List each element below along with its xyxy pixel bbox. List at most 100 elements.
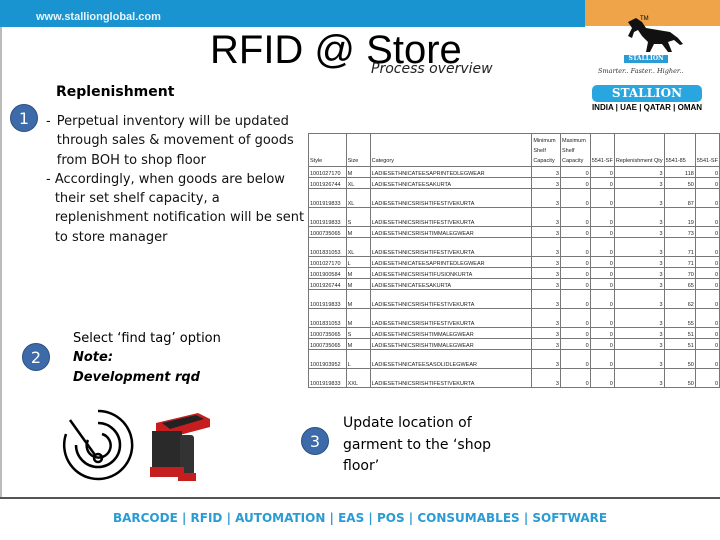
column-header: 5541-85 [663,133,696,167]
table-cell: 0 [694,349,720,369]
table-cell: 1001831053 [308,237,347,257]
table-header-row: Style Size Category Minimum Shelf Capaci… [308,133,720,167]
table-cell: 0 [589,237,615,257]
column-header: Size [345,133,371,167]
tagline: Smarter.. Faster.. Higher.. [598,67,684,75]
table-cell: XL [345,188,371,208]
column-header: Category [369,133,533,167]
table-cell: 3 [531,327,561,339]
table-cell: 65 [663,278,696,290]
table-cell: S [345,327,371,339]
table-cell: 87 [663,188,696,208]
step-1-bullets: - Perpetual inventory will be updated thr… [46,112,316,247]
section-heading: Replenishment [56,84,175,100]
table-cell: 3 [613,177,665,189]
table-cell: 3 [531,207,561,227]
table-cell: 3 [613,226,665,238]
step-3-badge: 3 [301,427,329,455]
table-cell: 3 [531,188,561,208]
table-cell: 1000735065 [308,226,347,238]
table-cell: 0 [589,256,615,268]
table-cell: 0 [694,177,720,189]
table-cell: 3 [531,278,561,290]
table-cell: LADIESETHNICATEESASOLIDLEGWEAR [369,349,533,369]
table-row: 1001903952 L LADIESETHNICATEESASOLIDLEGWEA… [308,349,720,369]
countries: INDIA | UAE | QATAR | OMAN [591,103,703,112]
table-cell: 1001926744 [308,177,347,189]
table-cell: 0 [589,267,615,279]
table-cell: 71 [663,237,696,257]
table-cell: 1001027170 [308,256,347,268]
table-row: 1001831053 M LADIESETHNICSRISHTIFESTIVEKUR… [308,308,720,328]
table-row: 1000735065 M LADIESETHNICSRISHTIMMALEGWEAR… [308,226,720,238]
table-cell: 19 [663,207,696,227]
footer-divider [0,497,720,499]
table-cell: 51 [663,327,696,339]
column-header: Maximum Shelf Capacity [559,133,591,167]
table-cell: 3 [531,177,561,189]
brand-name: STALLION [624,55,668,63]
table-row: 1001919833 S LADIESETHNICSRISHTIFESTIVEKUR… [308,207,720,227]
table-cell: 3 [613,368,665,388]
top-banner: www.stallionglobal.com [0,0,585,27]
table-cell: 118 [663,166,696,178]
find-tag-radar-icon [62,409,134,481]
table-cell: 3 [531,237,561,257]
table-cell: 3 [613,207,665,227]
table-cell: 3 [613,308,665,328]
column-header: Replenishment Qty [613,133,665,167]
table-cell: 0 [559,207,591,227]
table-cell: 0 [694,188,720,208]
table-cell: 0 [589,308,615,328]
table-cell: 1001926744 [308,278,347,290]
table-cell: 0 [694,256,720,268]
table-cell: 0 [589,327,615,339]
table-cell: 3 [531,267,561,279]
table-cell: 62 [663,289,696,309]
table-cell: 1001903952 [308,349,347,369]
table-row: 1001926744 XL LADIESETHNICATEESAKURTA 3 0 0 3 5… [308,177,720,189]
step-2-text: Select ‘find tag’ option Note: Developme… [73,329,221,387]
table-cell: 0 [694,166,720,178]
table-cell: 0 [694,338,720,350]
bullet: - Accordingly, when goods are below their… [46,171,305,245]
table-cell: 51 [663,338,696,350]
table-cell: XL [345,237,371,257]
table-cell: 71 [663,256,696,268]
table-cell: 55 [663,308,696,328]
table-cell: 0 [559,188,591,208]
table-cell: 0 [559,166,591,178]
table-cell: 3 [531,166,561,178]
rfid-handheld-reader-image [150,413,210,481]
development-note: Note: Development rqd [73,350,200,385]
table-row: 1001900584 M LADIESETHNICSRISHTIFUSIONKURT… [308,267,720,279]
table-cell: 0 [694,267,720,279]
step-3-text: Update location of garment to the ‘shop … [343,415,492,474]
table-cell: 3 [531,349,561,369]
footer-product-lines: BARCODE | RFID | AUTOMATION | EAS | POS … [112,511,608,525]
table-cell: 0 [694,207,720,227]
table-cell: L [345,256,371,268]
table-cell: 0 [694,278,720,290]
table-cell: 3 [613,166,665,178]
table-cell: M [345,289,371,309]
table-cell: S [345,207,371,227]
table-cell: LADIESETHNICSRISHTIMMALEGWEAR [369,226,533,238]
table-cell: 0 [559,327,591,339]
table-cell: 3 [613,278,665,290]
step-2-badge: 2 [22,343,50,371]
table-cell: 0 [559,308,591,328]
table-cell: 3 [613,338,665,350]
table-cell: 3 [613,267,665,279]
table-cell: 1001831053 [308,308,347,328]
table-cell: 3 [613,256,665,268]
table-cell: LADIESETHNICSRISHTIMMALEGWEAR [369,327,533,339]
table-cell: 3 [531,368,561,388]
table-cell: LADIESETHNICATEESAPRINTEDLEGWEAR [369,256,533,268]
table-row: 1001926744 M LADIESETHNICATEESAKURTA 3 0 0 3 65… [308,278,720,290]
table-cell: 0 [559,256,591,268]
table-cell: 0 [589,226,615,238]
column-header: Minimum Shelf Capacity [531,133,561,167]
table-cell: 3 [531,226,561,238]
horse-icon [628,18,683,52]
